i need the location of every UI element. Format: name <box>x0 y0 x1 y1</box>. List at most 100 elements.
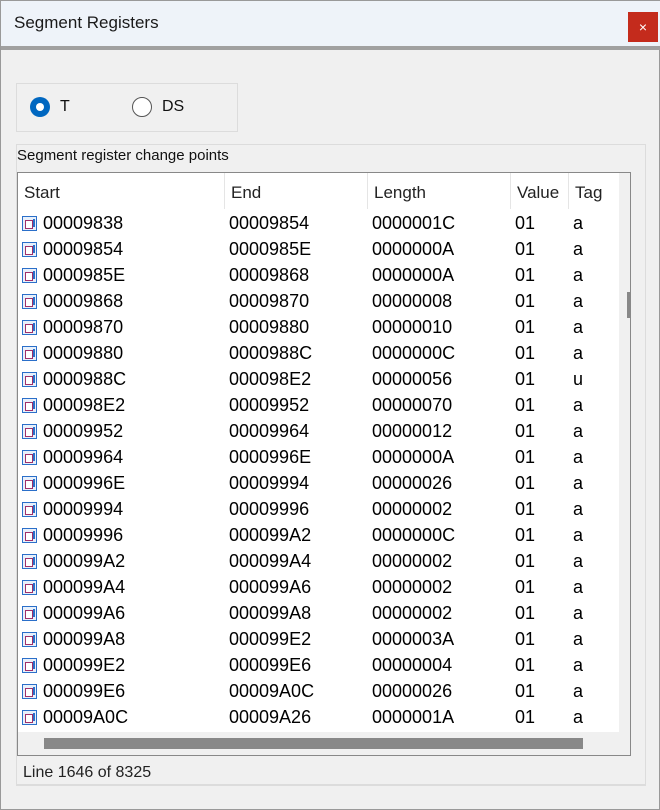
cell-end: 000098E2 <box>229 369 312 389</box>
table-row[interactable]: 0000985E 00009868 0000000A 01 a <box>18 263 619 289</box>
cell-value: 01 <box>515 343 536 363</box>
cell-start: 00009880 <box>43 343 124 363</box>
cell-start: 000099A4 <box>43 577 126 597</box>
table-row[interactable]: 00009870 00009880 00000010 01 a <box>18 315 619 341</box>
column-header-tag[interactable]: Tag <box>569 173 619 209</box>
cell-length: 00000070 <box>372 395 453 415</box>
cell-tag: a <box>573 473 584 493</box>
cell-value: 01 <box>515 655 536 675</box>
cell-tag: a <box>573 525 584 545</box>
cell-start: 00009A0C <box>43 707 129 727</box>
cell-length: 0000001C <box>372 213 456 233</box>
column-header-length[interactable]: Length <box>368 173 511 209</box>
table-row[interactable]: 000099A8 000099E2 0000003A 01 a <box>18 627 619 653</box>
segment-register-icon <box>22 398 37 413</box>
cell-start: 00009964 <box>43 447 124 467</box>
change-points-list[interactable]: Start End Length Value Tag 00009838 00009… <box>17 172 631 756</box>
cell-tag: u <box>573 369 584 389</box>
column-header-end[interactable]: End <box>225 173 368 209</box>
cell-value: 01 <box>515 681 536 701</box>
cell-end: 00009952 <box>229 395 310 415</box>
radio-ds[interactable]: DS <box>132 97 184 117</box>
cell-start: 00009996 <box>43 525 124 545</box>
cell-start: 00009952 <box>43 421 124 441</box>
close-button[interactable]: × <box>628 12 658 42</box>
cell-start: 00009994 <box>43 499 124 519</box>
segment-register-icon <box>22 554 37 569</box>
cell-tag: a <box>573 239 584 259</box>
cell-length: 00000004 <box>372 655 453 675</box>
close-icon: × <box>638 19 648 35</box>
cell-end: 000099E2 <box>229 629 312 649</box>
column-header-start[interactable]: Start <box>18 173 225 209</box>
status-line: Line 1646 of 8325 <box>23 764 152 781</box>
cell-end: 000099A4 <box>229 551 312 571</box>
cell-end: 000099A8 <box>229 603 312 623</box>
segment-register-icon <box>22 268 37 283</box>
divider <box>1 46 660 50</box>
table-row[interactable]: 000099A4 000099A6 00000002 01 a <box>18 575 619 601</box>
cell-length: 00000002 <box>372 603 453 623</box>
segment-register-icon <box>22 424 37 439</box>
table-row[interactable]: 00009996 000099A2 0000000C 01 a <box>18 523 619 549</box>
divider <box>17 784 646 785</box>
cell-end: 000099E6 <box>229 655 312 675</box>
segment-register-icon <box>22 710 37 725</box>
segment-register-icon <box>22 216 37 231</box>
cell-end: 00009994 <box>229 473 310 493</box>
cell-length: 00000026 <box>372 681 453 701</box>
segment-register-icon <box>22 346 37 361</box>
table-row[interactable]: 0000988C 000098E2 00000056 01 u <box>18 367 619 393</box>
table-row[interactable]: 0000996E 00009994 00000026 01 a <box>18 471 619 497</box>
table-row[interactable]: 00009964 0000996E 0000000A 01 a <box>18 445 619 471</box>
table-row[interactable]: 000099E6 00009A0C 00000026 01 a <box>18 679 619 705</box>
cell-value: 01 <box>515 473 536 493</box>
cell-end: 000099A6 <box>229 577 312 597</box>
cell-tag: a <box>573 317 584 337</box>
table-row[interactable]: 00009A0C 00009A26 0000001A 01 a <box>18 705 619 731</box>
table-row[interactable]: 00009994 00009996 00000002 01 a <box>18 497 619 523</box>
window-title: Segment Registers <box>14 13 159 32</box>
table-row[interactable]: 000099E2 000099E6 00000004 01 a <box>18 653 619 679</box>
segment-register-icon <box>22 476 37 491</box>
cell-value: 01 <box>515 525 536 545</box>
cell-length: 0000000C <box>372 343 456 363</box>
table-row[interactable]: 00009838 00009854 0000001C 01 a <box>18 211 619 237</box>
cell-start: 0000988C <box>43 369 127 389</box>
table-row[interactable]: 00009952 00009964 00000012 01 a <box>18 419 619 445</box>
cell-value: 01 <box>515 369 536 389</box>
radio-t[interactable]: T <box>30 97 70 117</box>
cell-length: 00000010 <box>372 317 453 337</box>
horizontal-scrollbar-thumb[interactable] <box>44 738 583 749</box>
table-row[interactable]: 00009854 0000985E 0000000A 01 a <box>18 237 619 263</box>
cell-start: 000099A2 <box>43 551 126 571</box>
cell-length: 00000012 <box>372 421 453 441</box>
cell-start: 000099A8 <box>43 629 126 649</box>
cell-start: 0000985E <box>43 265 126 285</box>
table-row[interactable]: 00009880 0000988C 0000000C 01 a <box>18 341 619 367</box>
cell-value: 01 <box>515 499 536 519</box>
cell-tag: a <box>573 603 584 623</box>
segment-register-icon <box>22 606 37 621</box>
segment-register-icon <box>22 320 37 335</box>
segment-register-icon <box>22 632 37 647</box>
vertical-scrollbar-thumb[interactable] <box>627 292 630 318</box>
column-header-value[interactable]: Value <box>511 173 569 209</box>
table-row[interactable]: 00009868 00009870 00000008 01 a <box>18 289 619 315</box>
segment-register-icon <box>22 450 37 465</box>
radio-unchecked-icon <box>132 97 152 117</box>
cell-length: 00000008 <box>372 291 453 311</box>
title-bar: Segment Registers × <box>1 1 660 46</box>
cell-start: 00009838 <box>43 213 124 233</box>
cell-length: 0000000C <box>372 525 456 545</box>
cell-start: 000099E2 <box>43 655 126 675</box>
cell-length: 00000002 <box>372 577 453 597</box>
cell-end: 0000996E <box>229 447 312 467</box>
table-row[interactable]: 000099A6 000099A8 00000002 01 a <box>18 601 619 627</box>
cell-start: 00009868 <box>43 291 124 311</box>
table-row[interactable]: 000098E2 00009952 00000070 01 a <box>18 393 619 419</box>
cell-length: 0000000A <box>372 239 455 259</box>
cell-length: 0000003A <box>372 629 455 649</box>
table-row[interactable]: 000099A2 000099A4 00000002 01 a <box>18 549 619 575</box>
segment-register-icon <box>22 502 37 517</box>
